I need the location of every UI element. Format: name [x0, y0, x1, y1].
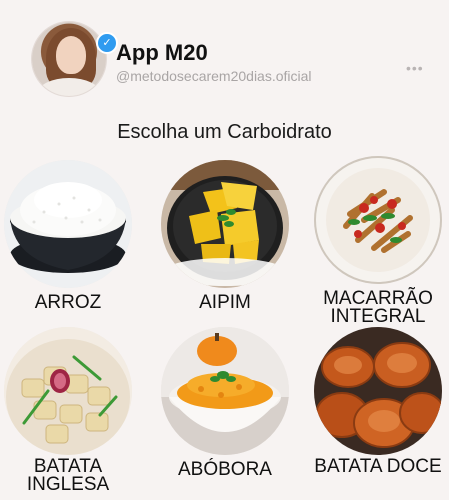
batata-inglesa-image: [4, 327, 132, 455]
option-label: ABÓBORA: [178, 459, 272, 480]
option-label: AIPIM: [199, 292, 251, 313]
verified-badge-icon: ✓: [96, 32, 118, 54]
batata-doce-image: [314, 327, 442, 455]
option-macarrao-integral[interactable]: MACARRÃO INTEGRAL: [313, 156, 443, 326]
option-label: BATATA INGLESA: [26, 456, 110, 495]
profile-header: ✓ App M20 @metodosecarem20dias.oficial •…: [0, 0, 449, 110]
option-label: MACARRÃO INTEGRAL: [323, 288, 433, 327]
app-title: App M20: [116, 40, 208, 65]
option-label: ARROZ: [34, 292, 102, 313]
profile-handle: @metodosecarem20dias.oficial: [116, 68, 312, 84]
section-title: Escolha um Carboidrato: [117, 121, 332, 143]
abobora-image: [161, 327, 289, 455]
option-aipim[interactable]: AIPIM: [160, 160, 290, 312]
option-abobora[interactable]: ABÓBORA: [160, 327, 290, 479]
profile-avatar[interactable]: [32, 22, 106, 96]
option-arroz[interactable]: ARROZ: [3, 160, 133, 312]
avatar-face: [56, 36, 86, 74]
macarrao-integral-image: [314, 156, 442, 284]
option-label: BATATA DOCE: [314, 456, 442, 477]
arroz-image: [4, 160, 132, 288]
more-options-icon[interactable]: •••: [406, 60, 424, 76]
aipim-image: [161, 160, 289, 288]
option-batata-doce[interactable]: BATATA DOCE: [313, 327, 443, 476]
option-batata-inglesa[interactable]: BATATA INGLESA: [3, 327, 133, 494]
